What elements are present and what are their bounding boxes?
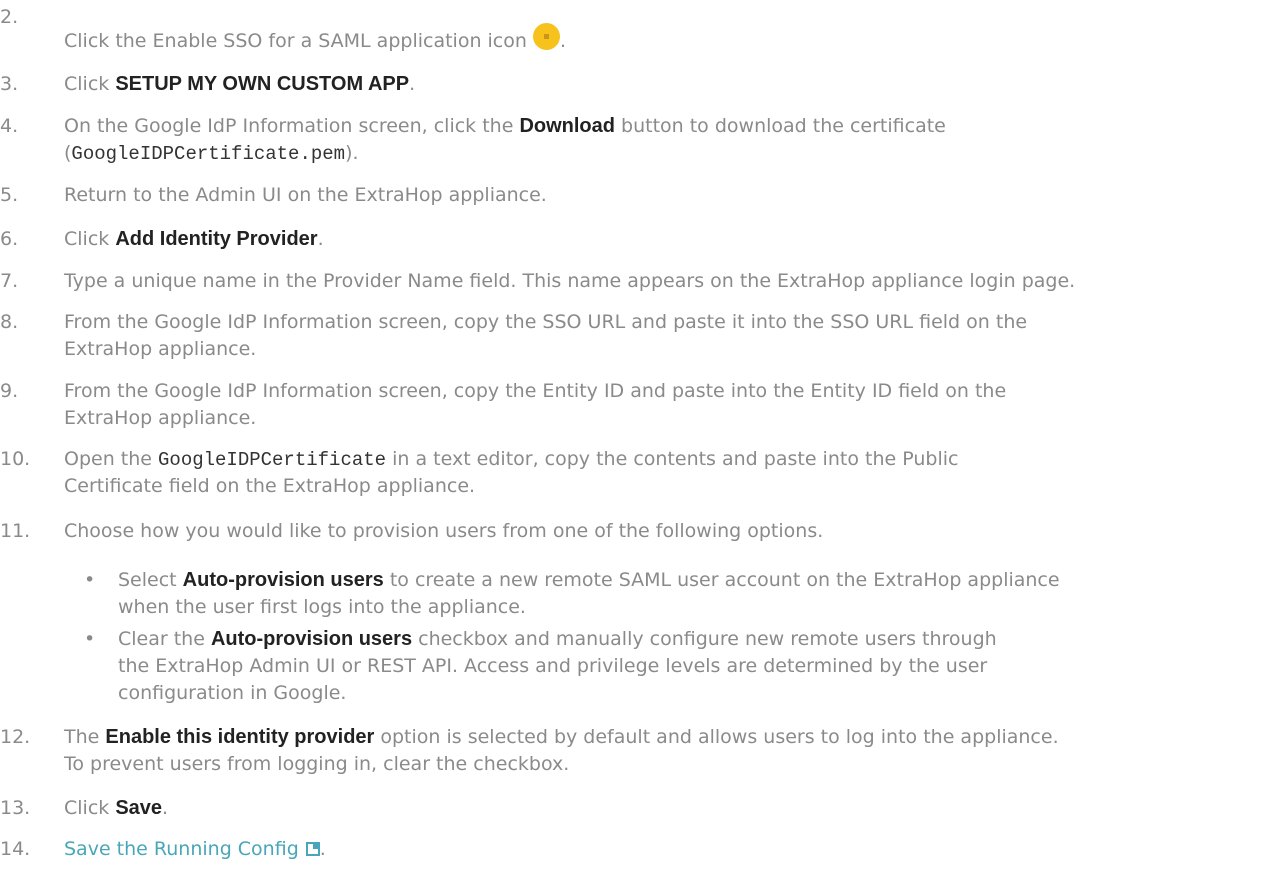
step-text: Click Add Identity Provider. — [64, 228, 324, 250]
step-number: 7. — [0, 270, 19, 292]
step-number: 2. — [0, 6, 19, 28]
sso-app-icon[interactable] — [532, 23, 560, 50]
certificate-name: GoogleIDPCertificate — [158, 449, 387, 471]
bullet-text-line2: when the user first logs into the applia… — [118, 596, 526, 618]
step-text: Click Save. — [64, 797, 169, 819]
step-text: Return to the Admin UI on the ExtraHop a… — [64, 184, 547, 206]
step-number: 11. — [0, 520, 31, 542]
step-number: 10. — [0, 448, 31, 470]
save-label: Save — [115, 797, 163, 819]
step-text-line2: ExtraHop appliance. — [64, 338, 257, 360]
bullet-text-line2: the ExtraHop Admin UI or REST API. Acces… — [118, 655, 988, 677]
step-text: Type a unique name in the Provider Name … — [64, 270, 1076, 292]
bullet-marker: • — [84, 628, 96, 650]
download-label: Download — [519, 115, 615, 137]
step-text: Click SETUP MY OWN CUSTOM APP. — [64, 73, 416, 95]
step-text-line2: ExtraHop appliance. — [64, 407, 257, 429]
auto-provision-label: Auto-provision users — [182, 569, 384, 591]
save-running-config-link[interactable]: Save the Running Config — [64, 838, 299, 860]
bullet-text-line3: configuration in Google. — [118, 682, 347, 704]
step-text: Open the GoogleIDPCertificate in a text … — [64, 448, 959, 471]
certificate-filename: GoogleIDPCertificate.pem — [71, 143, 346, 165]
auto-provision-label: Auto-provision users — [210, 628, 413, 650]
bullet-text: Clear the Auto-provision users checkbox … — [118, 628, 997, 650]
step-text: From the Google IdP Information screen, … — [64, 311, 1028, 333]
step-text-line2: To prevent users from logging in, clear … — [64, 753, 570, 775]
step-text-line2: (GoogleIDPCertificate.pem). — [64, 142, 359, 165]
step-number: 5. — [0, 184, 19, 206]
step-text-line2: Certificate field on the ExtraHop applia… — [64, 475, 476, 497]
step-text: Click the Enable SSO for a SAML applicat… — [64, 23, 566, 55]
enable-identity-provider-label: Enable this identity provider — [105, 726, 375, 748]
bullet-text: Select Auto-provision users to create a … — [118, 569, 1060, 591]
step-text: On the Google IdP Information screen, cl… — [64, 115, 946, 137]
step-text: Choose how you would like to provision u… — [64, 520, 824, 542]
step-number: 3. — [0, 73, 19, 95]
step-number: 4. — [0, 115, 19, 137]
setup-custom-app-label: SETUP MY OWN CUSTOM APP — [115, 73, 410, 95]
step-number: 13. — [0, 797, 31, 819]
bullet-marker: • — [84, 569, 96, 591]
step-number: 12. — [0, 726, 31, 748]
step-text: The Enable this identity provider option… — [64, 726, 1059, 748]
add-identity-provider-label: Add Identity Provider — [115, 228, 318, 250]
step-text: Save the Running Config. — [64, 838, 326, 860]
external-link-icon[interactable] — [305, 842, 320, 856]
step-number: 6. — [0, 228, 19, 250]
step-text: From the Google IdP Information screen, … — [64, 380, 1007, 402]
step-number: 8. — [0, 311, 19, 333]
step-number: 9. — [0, 380, 19, 402]
step-number: 14. — [0, 838, 31, 860]
